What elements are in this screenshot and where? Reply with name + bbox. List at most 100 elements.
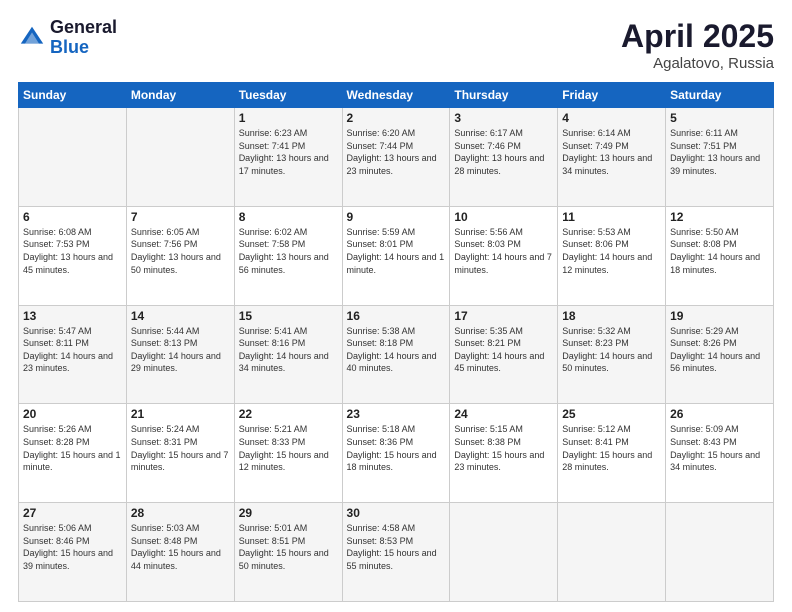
calendar-cell: 12 Sunrise: 5:50 AM Sunset: 8:08 PM Dayli… — [666, 206, 774, 305]
day-info: Sunrise: 5:12 AM Sunset: 8:41 PM Dayligh… — [562, 423, 661, 473]
calendar-cell: 30Sunrise: 4:58 AM Sunset: 8:53 PM Dayli… — [342, 503, 450, 602]
calendar-cell: 1Sunrise: 6:23 AM Sunset: 7:41 PM Daylig… — [234, 108, 342, 207]
col-saturday: Saturday — [666, 83, 774, 108]
day-info: Sunrise: 6:20 AM Sunset: 7:44 PM Dayligh… — [347, 127, 446, 177]
calendar-cell: 15 Sunrise: 5:41 AM Sunset: 8:16 PM Dayli… — [234, 305, 342, 404]
day-number: 17 — [454, 309, 553, 323]
calendar-cell: 10 Sunrise: 5:56 AM Sunset: 8:03 PM Dayli… — [450, 206, 558, 305]
calendar-cell: 16Sunrise: 5:38 AM Sunset: 8:18 PM Dayli… — [342, 305, 450, 404]
day-info: Sunrise: 5:41 AM Sunset: 8:16 PM Dayligh… — [239, 325, 338, 375]
day-info: Sunrise: 5:09 AM Sunset: 8:43 PM Dayligh… — [670, 423, 769, 473]
day-info: Sunrise: 5:26 AM Sunset: 8:28 PM Dayligh… — [23, 423, 122, 473]
day-number: 2 — [347, 111, 446, 125]
day-info: Sunrise: 6:14 AM Sunset: 7:49 PM Dayligh… — [562, 127, 661, 177]
day-info: Sunrise: 5:56 AM Sunset: 8:03 PM Dayligh… — [454, 226, 553, 276]
col-wednesday: Wednesday — [342, 83, 450, 108]
calendar-cell: 27 Sunrise: 5:06 AM Sunset: 8:46 PM Dayli… — [19, 503, 127, 602]
day-info: Sunrise: 5:15 AM Sunset: 8:38 PM Dayligh… — [454, 423, 553, 473]
day-number: 4 — [562, 111, 661, 125]
day-info: Sunrise: 5:35 AM Sunset: 8:21 PM Dayligh… — [454, 325, 553, 375]
day-number: 28 — [131, 506, 230, 520]
day-number: 3 — [454, 111, 553, 125]
calendar-cell: 11 Sunrise: 5:53 AM Sunset: 8:06 PM Dayli… — [558, 206, 666, 305]
logo-blue: Blue — [50, 37, 89, 57]
week-row-4: 20 Sunrise: 5:26 AM Sunset: 8:28 PM Dayli… — [19, 404, 774, 503]
day-info: Sunrise: 5:50 AM Sunset: 8:08 PM Dayligh… — [670, 226, 769, 276]
calendar-cell: 3 Sunrise: 6:17 AM Sunset: 7:46 PM Daylig… — [450, 108, 558, 207]
day-number: 27 — [23, 506, 122, 520]
calendar-cell — [450, 503, 558, 602]
calendar-cell: 29 Sunrise: 5:01 AM Sunset: 8:51 PM Dayli… — [234, 503, 342, 602]
calendar-cell: 24 Sunrise: 5:15 AM Sunset: 8:38 PM Dayli… — [450, 404, 558, 503]
col-sunday: Sunday — [19, 83, 127, 108]
day-info: Sunrise: 5:21 AM Sunset: 8:33 PM Dayligh… — [239, 423, 338, 473]
day-number: 23 — [347, 407, 446, 421]
day-number: 12 — [670, 210, 769, 224]
day-info: Sunrise: 5:59 AM Sunset: 8:01 PM Dayligh… — [347, 226, 446, 276]
day-info: Sunrise: 6:17 AM Sunset: 7:46 PM Dayligh… — [454, 127, 553, 177]
day-info: Sunrise: 6:23 AM Sunset: 7:41 PM Dayligh… — [239, 127, 338, 177]
day-info: Sunrise: 5:06 AM Sunset: 8:46 PM Dayligh… — [23, 522, 122, 572]
calendar-cell — [558, 503, 666, 602]
day-info: Sunrise: 5:53 AM Sunset: 8:06 PM Dayligh… — [562, 226, 661, 276]
calendar-cell: 21Sunrise: 5:24 AM Sunset: 8:31 PM Dayli… — [126, 404, 234, 503]
calendar-cell: 25 Sunrise: 5:12 AM Sunset: 8:41 PM Dayli… — [558, 404, 666, 503]
day-number: 19 — [670, 309, 769, 323]
day-info: Sunrise: 5:03 AM Sunset: 8:48 PM Dayligh… — [131, 522, 230, 572]
calendar-header-row: Sunday Monday Tuesday Wednesday Thursday… — [19, 83, 774, 108]
day-number: 24 — [454, 407, 553, 421]
col-thursday: Thursday — [450, 83, 558, 108]
day-info: Sunrise: 6:11 AM Sunset: 7:51 PM Dayligh… — [670, 127, 769, 177]
day-number: 18 — [562, 309, 661, 323]
day-number: 5 — [670, 111, 769, 125]
calendar-cell: 8Sunrise: 6:02 AM Sunset: 7:58 PM Daylig… — [234, 206, 342, 305]
day-number: 26 — [670, 407, 769, 421]
calendar-cell: 13 Sunrise: 5:47 AM Sunset: 8:11 PM Dayli… — [19, 305, 127, 404]
day-number: 11 — [562, 210, 661, 224]
calendar-cell: 2 Sunrise: 6:20 AM Sunset: 7:44 PM Daylig… — [342, 108, 450, 207]
calendar-cell: 20 Sunrise: 5:26 AM Sunset: 8:28 PM Dayli… — [19, 404, 127, 503]
day-number: 21 — [131, 407, 230, 421]
day-number: 8 — [239, 210, 338, 224]
calendar-cell: 5 Sunrise: 6:11 AM Sunset: 7:51 PM Daylig… — [666, 108, 774, 207]
header: General Blue April 2025 Agalatovo, Russi… — [18, 18, 774, 72]
calendar-cell: 22Sunrise: 5:21 AM Sunset: 8:33 PM Dayli… — [234, 404, 342, 503]
day-info: Sunrise: 5:47 AM Sunset: 8:11 PM Dayligh… — [23, 325, 122, 375]
calendar-cell: 17 Sunrise: 5:35 AM Sunset: 8:21 PM Dayli… — [450, 305, 558, 404]
day-info: Sunrise: 5:18 AM Sunset: 8:36 PM Dayligh… — [347, 423, 446, 473]
calendar-cell: 19 Sunrise: 5:29 AM Sunset: 8:26 PM Dayli… — [666, 305, 774, 404]
calendar-cell: 18Sunrise: 5:32 AM Sunset: 8:23 PM Dayli… — [558, 305, 666, 404]
logo-general: General — [50, 17, 117, 37]
location: Agalatovo, Russia — [621, 55, 774, 72]
day-info: Sunrise: 5:44 AM Sunset: 8:13 PM Dayligh… — [131, 325, 230, 375]
day-info: Sunrise: 5:29 AM Sunset: 8:26 PM Dayligh… — [670, 325, 769, 375]
calendar-cell: 6Sunrise: 6:08 AM Sunset: 7:53 PM Daylig… — [19, 206, 127, 305]
calendar-cell: 7Sunrise: 6:05 AM Sunset: 7:56 PM Daylig… — [126, 206, 234, 305]
day-number: 25 — [562, 407, 661, 421]
day-number: 10 — [454, 210, 553, 224]
logo-icon — [18, 24, 46, 52]
day-number: 15 — [239, 309, 338, 323]
calendar-cell — [666, 503, 774, 602]
calendar-cell — [19, 108, 127, 207]
calendar-cell: 4 Sunrise: 6:14 AM Sunset: 7:49 PM Daylig… — [558, 108, 666, 207]
logo: General Blue — [18, 18, 117, 58]
day-number: 20 — [23, 407, 122, 421]
title-block: April 2025 Agalatovo, Russia — [621, 18, 774, 72]
calendar-cell: 9Sunrise: 5:59 AM Sunset: 8:01 PM Daylig… — [342, 206, 450, 305]
day-number: 14 — [131, 309, 230, 323]
day-number: 13 — [23, 309, 122, 323]
day-number: 29 — [239, 506, 338, 520]
day-info: Sunrise: 4:58 AM Sunset: 8:53 PM Dayligh… — [347, 522, 446, 572]
calendar-cell — [126, 108, 234, 207]
day-info: Sunrise: 5:38 AM Sunset: 8:18 PM Dayligh… — [347, 325, 446, 375]
week-row-1: 1Sunrise: 6:23 AM Sunset: 7:41 PM Daylig… — [19, 108, 774, 207]
calendar-table: Sunday Monday Tuesday Wednesday Thursday… — [18, 82, 774, 602]
week-row-5: 27 Sunrise: 5:06 AM Sunset: 8:46 PM Dayli… — [19, 503, 774, 602]
day-info: Sunrise: 5:01 AM Sunset: 8:51 PM Dayligh… — [239, 522, 338, 572]
day-number: 7 — [131, 210, 230, 224]
day-number: 6 — [23, 210, 122, 224]
calendar-cell: 14 Sunrise: 5:44 AM Sunset: 8:13 PM Dayli… — [126, 305, 234, 404]
week-row-2: 6Sunrise: 6:08 AM Sunset: 7:53 PM Daylig… — [19, 206, 774, 305]
month-title: April 2025 — [621, 18, 774, 55]
